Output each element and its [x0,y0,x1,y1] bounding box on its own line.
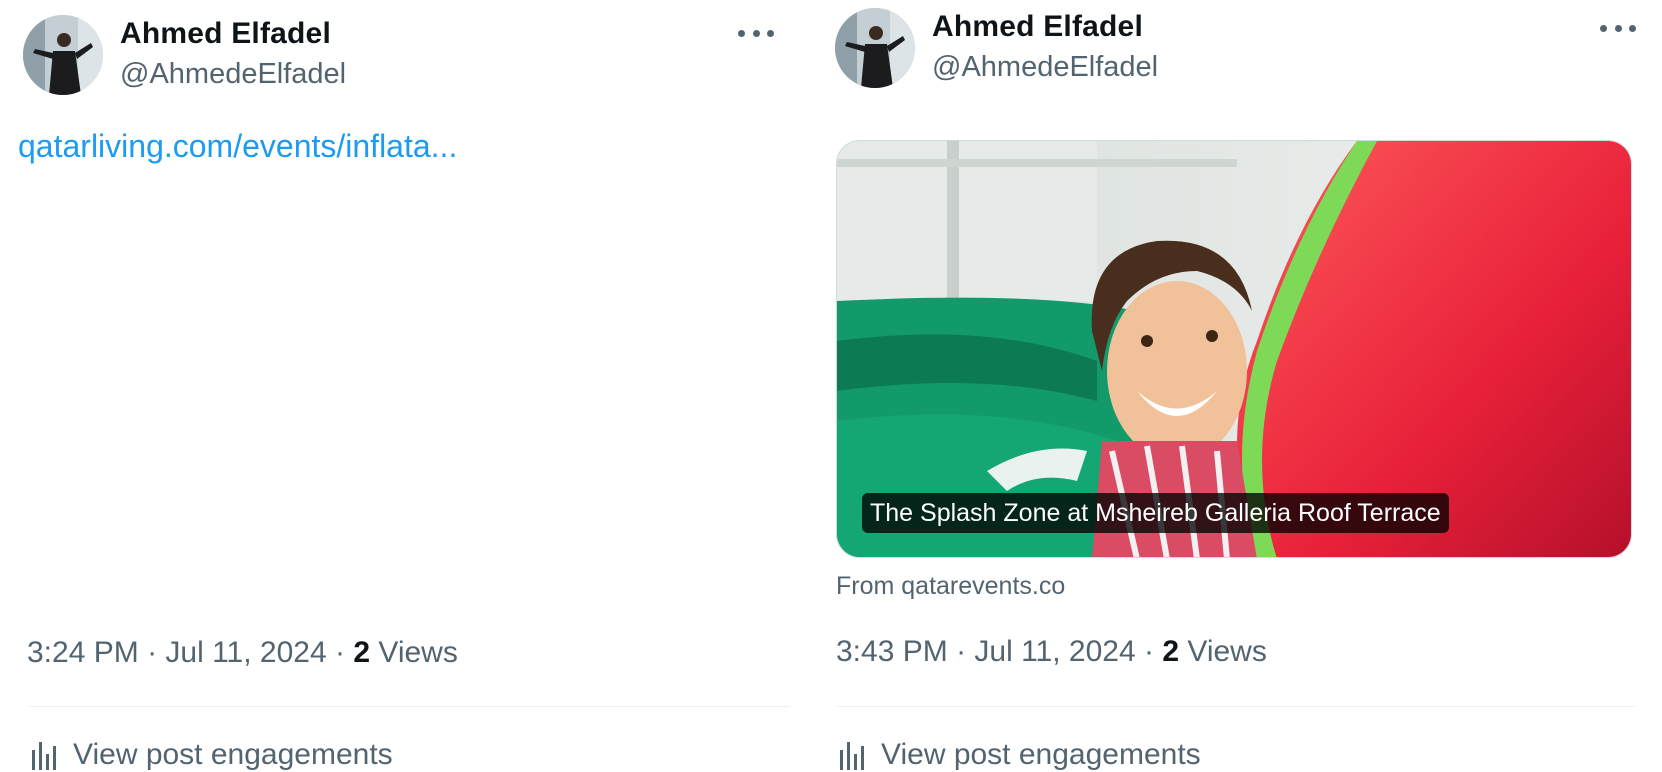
avatar[interactable] [835,8,915,88]
tweet-metadata: 3:43 PM · Jul 11, 2024 · 2 Views [836,635,1267,669]
author-handle[interactable]: @AhmedeElfadel [932,51,1158,84]
view-engagements-button[interactable]: View post engagements [838,738,1201,772]
tweet-time[interactable]: 3:24 PM [27,636,139,669]
more-dot [767,29,774,37]
views-label: Views [1187,635,1267,668]
more-dot [738,29,745,37]
avatar-photo [23,15,103,95]
tweet-date[interactable]: Jul 11, 2024 [974,635,1135,668]
bar-chart-icon [32,742,56,770]
divider [836,706,1636,707]
avatar[interactable] [23,15,103,95]
view-engagements-button[interactable]: View post engagements [30,738,393,772]
meta-separator: · [335,636,354,669]
engagements-label: View post engagements [73,738,393,771]
engagements-label: View post engagements [881,738,1201,771]
more-options-icon[interactable] [738,23,774,43]
author-name[interactable]: Ahmed Elfadel [932,10,1143,44]
divider [27,706,790,707]
more-dot [1629,24,1636,32]
tweet-1: Ahmed Elfadel @AhmedeElfadel qatarliving… [0,0,815,772]
avatar-photo [835,8,915,88]
tweet-link[interactable]: qatarliving.com/events/inflata... [18,128,457,165]
more-dot [1614,24,1622,32]
views-label: Views [378,636,458,669]
meta-separator: · [956,635,975,668]
card-caption: The Splash Zone at Msheireb Galleria Roo… [862,493,1449,533]
tweet-metadata: 3:24 PM · Jul 11, 2024 · 2 Views [27,636,458,670]
author-handle[interactable]: @AhmedeElfadel [120,58,346,91]
more-dot [752,29,760,37]
bar-chart-icon [840,742,864,770]
meta-separator: · [147,636,166,669]
more-options-icon[interactable] [1600,18,1636,38]
link-card[interactable]: The Splash Zone at Msheireb Galleria Roo… [836,140,1632,558]
meta-separator: · [1144,635,1163,668]
card-source[interactable]: From qatarevents.co [836,572,1065,601]
tweet-date[interactable]: Jul 11, 2024 [165,636,326,669]
more-dot [1600,24,1607,32]
views-count: 2 [353,636,371,669]
author-name[interactable]: Ahmed Elfadel [120,17,331,51]
tweet-time[interactable]: 3:43 PM [836,635,948,668]
tweet-2: Ahmed Elfadel @AhmedeElfadel The Splash … [815,0,1662,772]
views-count: 2 [1162,635,1180,668]
